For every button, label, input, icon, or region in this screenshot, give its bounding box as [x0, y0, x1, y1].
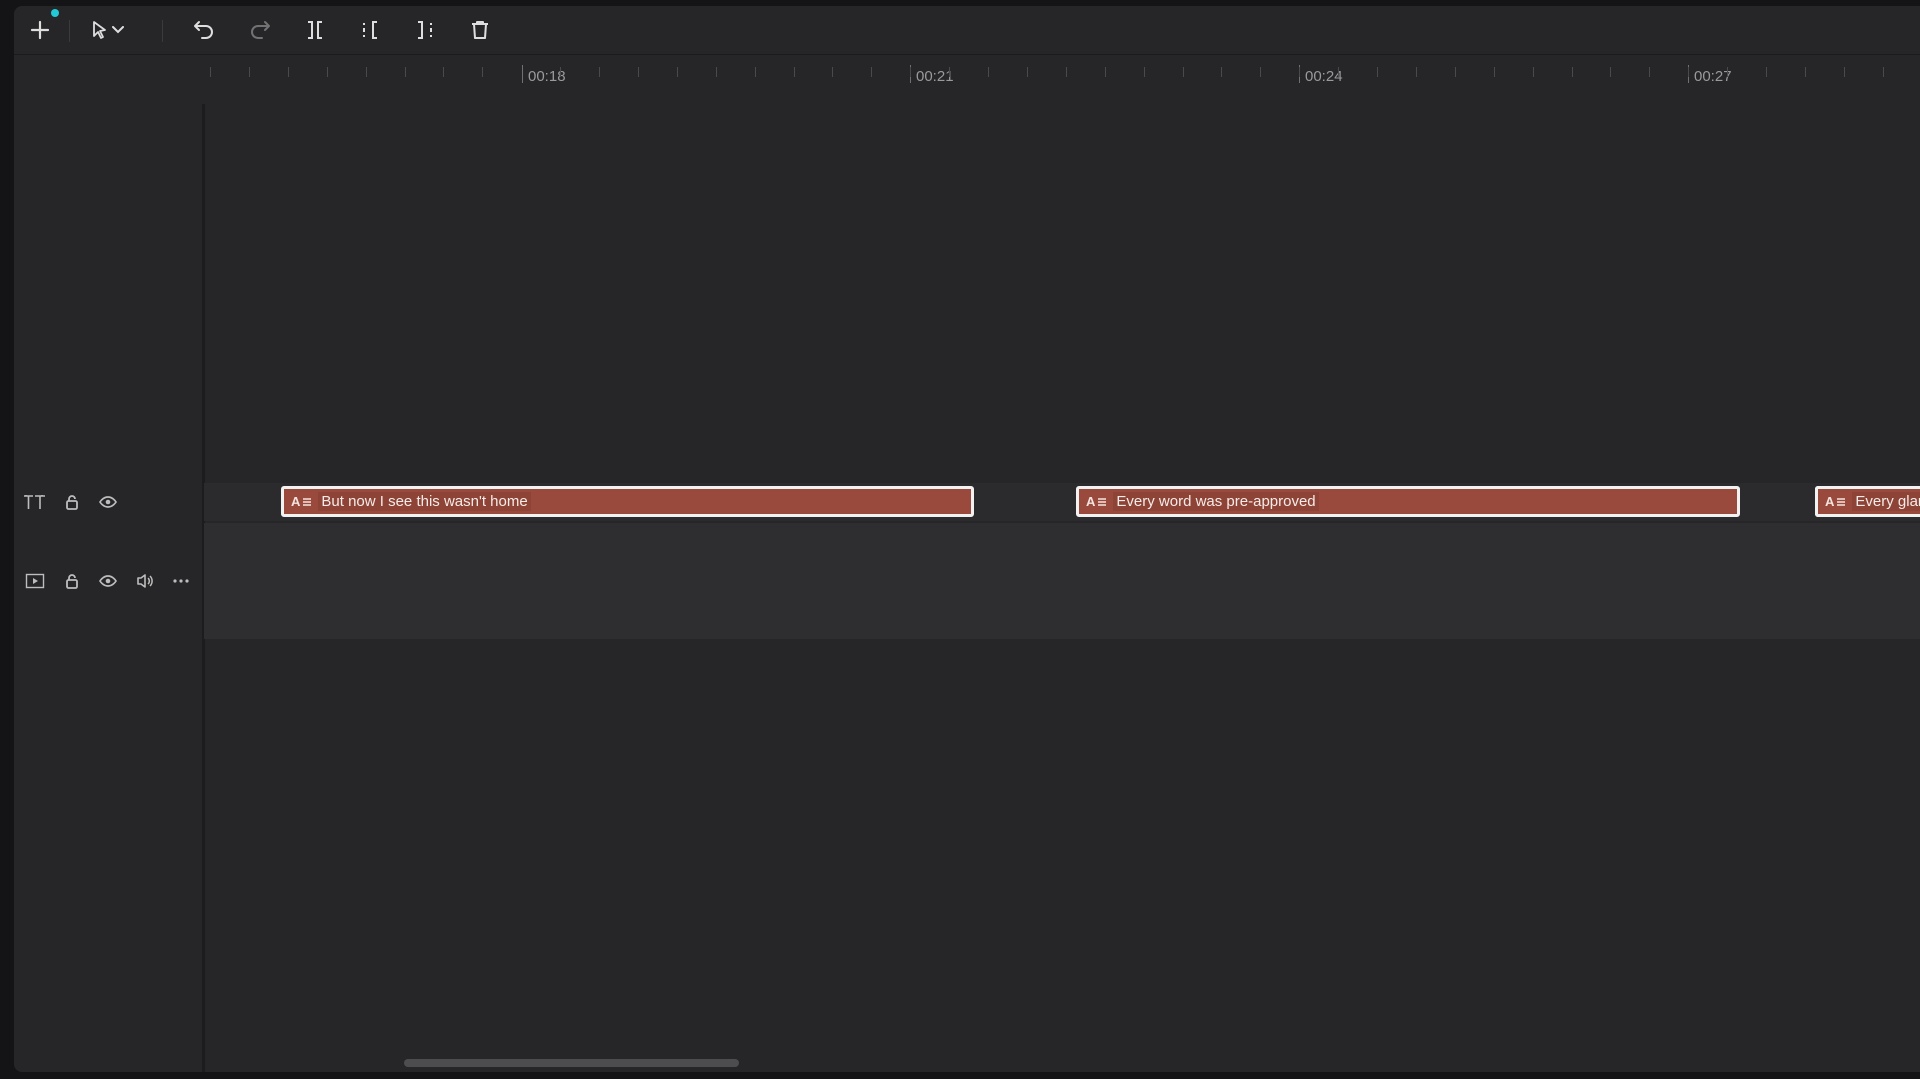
lock-track-button[interactable] [58, 488, 86, 516]
text-clip-icon: A [291, 494, 312, 509]
text-clip[interactable]: A Every glar [1815, 486, 1920, 517]
ruler-minor-tick [715, 67, 717, 77]
ruler-minor-tick [1804, 67, 1806, 77]
ruler-minor-tick [1143, 67, 1145, 77]
redo-button[interactable] [242, 14, 278, 46]
ruler-minor-tick [949, 67, 951, 77]
ruler-minor-tick [210, 67, 211, 77]
toggle-visibility-button[interactable] [94, 567, 122, 595]
add-button[interactable] [22, 14, 58, 46]
ruler-minor-tick [1182, 67, 1184, 77]
ruler-major-tick [522, 65, 523, 83]
undo-button[interactable] [186, 14, 222, 46]
ruler-minor-tick [1338, 67, 1340, 77]
ruler-minor-tick [1649, 67, 1651, 77]
lock-track-button[interactable] [58, 567, 86, 595]
ruler-minor-tick [1299, 67, 1301, 77]
notification-dot [51, 9, 59, 17]
ruler-minor-tick [326, 67, 328, 77]
ruler-minor-tick [599, 67, 600, 77]
toolbar-divider [69, 20, 70, 42]
ruler-minor-tick [1493, 67, 1495, 77]
horizontal-scrollbar[interactable] [404, 1059, 739, 1067]
split-icon [308, 21, 322, 39]
ruler-minor-tick [1415, 67, 1417, 77]
clip-label: But now I see this wasn't home [318, 492, 531, 511]
select-tool-dropdown[interactable] [107, 14, 129, 46]
ruler-minor-tick [793, 67, 795, 77]
ruler-minor-tick [1727, 67, 1729, 77]
ruler-minor-tick [1843, 67, 1845, 77]
video-track-row[interactable] [204, 523, 1920, 639]
ruler-minor-tick [910, 67, 912, 77]
speaker-icon [137, 574, 153, 588]
chevron-down-icon [112, 26, 124, 34]
ruler-minor-tick [1688, 67, 1690, 77]
ruler-minor-tick [637, 67, 639, 77]
timeline-panel: 00:18 00:21 00:24 00:27 A But now I see … [14, 6, 1920, 1072]
eye-icon [99, 575, 117, 587]
ruler-minor-tick [1026, 67, 1028, 77]
toolbar-divider [162, 20, 163, 42]
trim-right-button[interactable] [407, 14, 443, 46]
video-track-icon [21, 567, 49, 595]
ruler-minor-tick [1610, 67, 1612, 77]
ruler-label: 00:27 [1694, 68, 1732, 85]
ruler-minor-tick [365, 67, 367, 77]
ruler-minor-tick [1221, 67, 1223, 77]
more-options-button[interactable] [167, 567, 195, 595]
ruler-minor-tick [1882, 67, 1884, 77]
ruler-minor-tick [1454, 67, 1456, 77]
ruler-minor-tick [443, 67, 445, 77]
ruler-minor-tick [754, 67, 756, 77]
ruler-label: 00:21 [916, 68, 954, 85]
text-track-icon [21, 488, 49, 516]
split-button[interactable] [297, 14, 333, 46]
lock-icon [66, 495, 78, 510]
ruler-label: 00:24 [1305, 68, 1343, 85]
ruler-minor-tick [1104, 67, 1106, 77]
text-clip[interactable]: A But now I see this wasn't home [281, 486, 974, 517]
more-icon [173, 579, 189, 583]
ruler-minor-tick [676, 67, 678, 77]
mute-audio-button[interactable] [131, 567, 159, 595]
ruler-minor-tick [1260, 67, 1262, 77]
ruler-minor-tick [1571, 67, 1573, 77]
redo-icon [251, 21, 270, 39]
trim-left-button[interactable] [352, 14, 388, 46]
lock-icon [66, 574, 78, 589]
ruler-minor-tick [287, 67, 289, 77]
clip-label: Every glar [1852, 492, 1920, 511]
undo-icon [194, 21, 213, 39]
ruler-minor-tick [1766, 67, 1767, 77]
ruler-minor-tick [1532, 67, 1534, 77]
text-clip[interactable]: A Every word was pre-approved [1076, 486, 1740, 517]
ruler-minor-tick [1377, 67, 1378, 77]
trim-left-icon [363, 21, 377, 39]
ruler-minor-tick [404, 67, 406, 77]
plus-icon [30, 20, 50, 40]
ruler-minor-tick [560, 67, 562, 77]
text-clip-icon: A [1825, 494, 1846, 509]
text-clip-icon: A [1086, 494, 1107, 509]
timeline-toolbar [14, 6, 1920, 55]
trim-right-icon [418, 21, 432, 39]
trash-icon [472, 21, 488, 39]
ruler-minor-tick [482, 67, 484, 77]
ruler-minor-tick [1065, 67, 1067, 77]
timeline-ruler[interactable]: 00:18 00:21 00:24 00:27 [14, 55, 1920, 89]
ruler-minor-tick [832, 67, 834, 77]
ruler-minor-tick [988, 67, 989, 77]
clip-label: Every word was pre-approved [1113, 492, 1319, 511]
delete-button[interactable] [462, 14, 498, 46]
eye-icon [99, 496, 117, 508]
ruler-minor-tick [871, 67, 873, 77]
toggle-visibility-button[interactable] [94, 488, 122, 516]
ruler-minor-tick [248, 67, 250, 77]
